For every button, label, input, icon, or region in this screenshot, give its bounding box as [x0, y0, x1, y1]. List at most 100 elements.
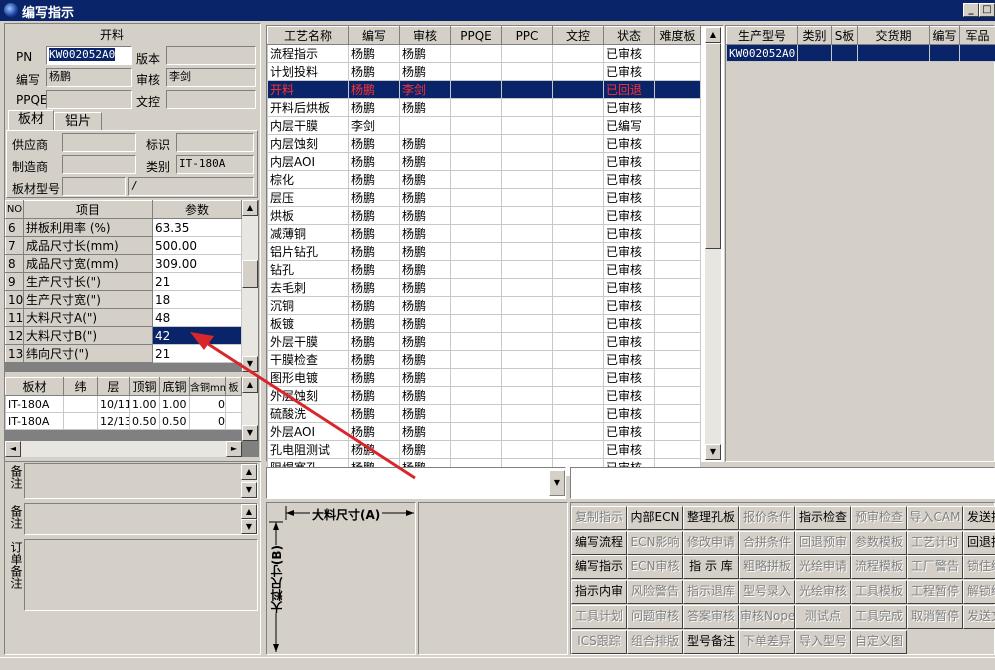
table-row[interactable]: 外层干膜 杨鹏 杨鹏 已审核	[267, 332, 701, 351]
table-cell[interactable]: 李剑	[348, 116, 400, 135]
action-button-1-0[interactable]: 编写流程	[571, 530, 627, 555]
table-cell[interactable]	[501, 188, 553, 207]
table-cell[interactable]: 杨鹏	[399, 422, 451, 441]
table-cell[interactable]	[501, 350, 553, 369]
table-row[interactable]: 铝片钻孔 杨鹏 杨鹏 已审核	[267, 242, 701, 261]
table-cell[interactable]	[450, 188, 502, 207]
table-cell[interactable]: 已审核	[603, 206, 655, 225]
table-cell[interactable]	[654, 62, 701, 81]
table-cell[interactable]	[501, 80, 553, 99]
table-cell[interactable]	[552, 206, 604, 225]
table-cell[interactable]	[450, 98, 502, 117]
col-weft[interactable]: 纬	[63, 377, 98, 396]
table-cell[interactable]	[501, 206, 553, 225]
scroll-thumb[interactable]	[242, 260, 258, 288]
table-cell[interactable]	[654, 296, 701, 315]
table-cell[interactable]: 杨鹏	[399, 440, 451, 459]
action-button-3-2[interactable]: 指示退库	[683, 580, 739, 605]
table-cell[interactable]	[450, 440, 502, 459]
table-cell[interactable]: 杨鹏	[348, 332, 400, 351]
table-cell[interactable]: 杨鹏	[399, 242, 451, 261]
table-cell[interactable]	[450, 404, 502, 423]
action-button-2-0[interactable]: 编写指示	[571, 555, 627, 580]
table-cell[interactable]: 铝片钻孔	[267, 242, 349, 261]
action-button-0-6[interactable]: 导入CAM	[907, 506, 963, 530]
action-button-4-7[interactable]: 发送文档	[963, 604, 995, 629]
table-row[interactable]: 流程指示 杨鹏 杨鹏 已审核	[267, 44, 701, 63]
table-cell[interactable]: 钻孔	[267, 260, 349, 279]
order-note-input[interactable]	[24, 539, 258, 611]
action-button-5-4[interactable]: 导入型号	[795, 629, 851, 654]
table-cell[interactable]	[501, 296, 553, 315]
table-cell[interactable]: 外层蚀刻	[267, 386, 349, 405]
table-cell[interactable]	[501, 386, 553, 405]
table-cell[interactable]: 已审核	[603, 260, 655, 279]
table-cell[interactable]	[501, 152, 553, 171]
action-button-0-2[interactable]: 整理孔板	[683, 506, 739, 530]
param-scrollbar[interactable]: ▲ ▼	[242, 200, 258, 372]
col-board[interactable]: 板材	[5, 377, 64, 396]
table-cell[interactable]: 杨鹏	[348, 152, 400, 171]
table-cell[interactable]: 已审核	[603, 332, 655, 351]
table-cell[interactable]	[501, 242, 553, 261]
table-cell[interactable]	[654, 386, 701, 405]
table-cell[interactable]: 已审核	[603, 98, 655, 117]
table-cell[interactable]: 内层AOI	[267, 152, 349, 171]
table-cell[interactable]	[450, 350, 502, 369]
table-cell[interactable]	[450, 332, 502, 351]
table-cell[interactable]: 杨鹏	[399, 368, 451, 387]
category-field[interactable]: IT-180A	[176, 155, 254, 174]
table-cell[interactable]	[501, 116, 553, 135]
action-button-3-3[interactable]: 型号录入	[739, 580, 795, 605]
table-cell[interactable]: 杨鹏	[348, 80, 400, 99]
board-model-field-2[interactable]: /	[128, 177, 254, 196]
action-button-3-1[interactable]: 风险警告	[627, 580, 683, 605]
table-cell[interactable]	[552, 116, 604, 135]
table-cell[interactable]: 层压	[267, 188, 349, 207]
table-cell[interactable]	[654, 242, 701, 261]
table-cell[interactable]: 计划投料	[267, 62, 349, 81]
table-cell[interactable]: 已审核	[603, 404, 655, 423]
action-button-4-5[interactable]: 工具完成	[851, 604, 907, 629]
table-cell[interactable]	[450, 116, 502, 135]
table-row[interactable]: 层压 杨鹏 杨鹏 已审核	[267, 188, 701, 207]
table-cell[interactable]: 已审核	[603, 170, 655, 189]
action-button-4-3[interactable]: 审核Nope	[739, 604, 795, 629]
action-button-0-1[interactable]: 内部ECN	[627, 506, 683, 530]
scroll-right-icon[interactable]: ►	[226, 441, 242, 457]
board-model-field[interactable]	[62, 177, 126, 196]
action-button-3-0[interactable]: 指示内审	[571, 580, 627, 605]
table-cell[interactable]: 杨鹏	[399, 170, 451, 189]
table-cell[interactable]: 杨鹏	[348, 224, 400, 243]
table-cell[interactable]: 去毛刺	[267, 278, 349, 297]
action-button-4-4[interactable]: 测试点	[795, 604, 851, 629]
table-cell[interactable]	[654, 134, 701, 153]
col-reviewer[interactable]: 审核	[399, 26, 451, 45]
scroll-thumb[interactable]	[705, 43, 721, 249]
table-cell[interactable]	[501, 440, 553, 459]
table-cell[interactable]: 杨鹏	[399, 134, 451, 153]
action-button-1-2[interactable]: 修改申请	[683, 530, 739, 555]
table-row[interactable]: 内层干膜 李剑 已编写	[267, 116, 701, 135]
table-cell[interactable]	[501, 422, 553, 441]
table-cell[interactable]: 已审核	[603, 242, 655, 261]
table-cell[interactable]: 沉铜	[267, 296, 349, 315]
table-cell[interactable]: 杨鹏	[348, 62, 400, 81]
table-cell[interactable]	[654, 98, 701, 117]
table-cell[interactable]	[501, 332, 553, 351]
table-row[interactable]: 外层蚀刻 杨鹏 杨鹏 已审核	[267, 386, 701, 405]
board-hscrollbar[interactable]: ◄ ►	[5, 441, 242, 457]
table-cell[interactable]	[450, 152, 502, 171]
table-cell[interactable]: 已审核	[603, 44, 655, 63]
table-cell[interactable]	[450, 62, 502, 81]
reviewer-field[interactable]: 李剑	[166, 68, 256, 87]
table-row[interactable]: 去毛刺 杨鹏 杨鹏 已审核	[267, 278, 701, 297]
table-cell[interactable]: 杨鹏	[348, 404, 400, 423]
scroll-down-icon[interactable]: ▼	[242, 356, 258, 372]
model-note-input[interactable]	[24, 503, 258, 535]
table-cell[interactable]: 已审核	[603, 350, 655, 369]
col-ppc[interactable]: PPC	[501, 26, 553, 45]
minimize-button[interactable]: _	[963, 3, 979, 17]
table-cell[interactable]: 杨鹏	[348, 206, 400, 225]
table-cell[interactable]	[552, 188, 604, 207]
